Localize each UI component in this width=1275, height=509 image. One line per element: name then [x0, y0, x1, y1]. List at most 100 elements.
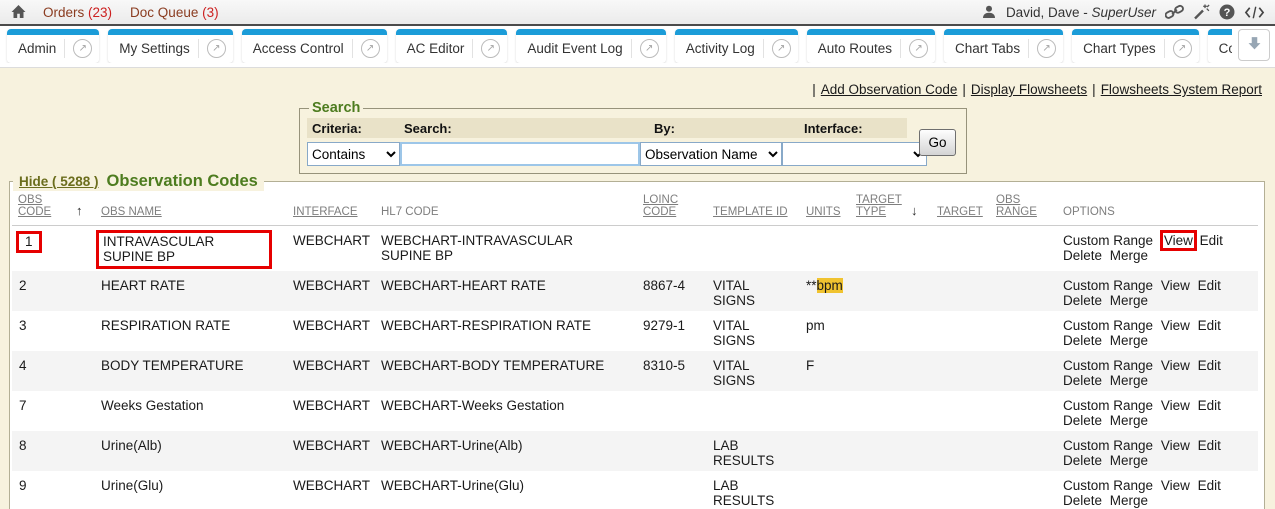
option-link-custom-range[interactable]: Custom Range — [1063, 398, 1153, 413]
open-new-window-icon[interactable]: ↗ — [361, 39, 380, 58]
hide-count-link[interactable]: Hide ( 5288 ) — [19, 174, 99, 189]
option-link-delete[interactable]: Delete — [1063, 493, 1102, 508]
option-link-edit[interactable]: Edit — [1198, 398, 1221, 413]
open-new-window-icon[interactable]: ↗ — [207, 39, 226, 58]
observation-codes-table: OBS CODE ↑ OBS NAME INTERFACE HL7 CODE L… — [12, 191, 1258, 509]
option-link-view[interactable]: View — [1161, 318, 1190, 333]
criteria-select[interactable]: Contains — [307, 142, 400, 166]
spacer-cell — [897, 471, 921, 509]
cell-obs-code: 8 — [12, 431, 62, 471]
option-link-edit[interactable]: Edit — [1200, 233, 1223, 248]
action-link-flowsheets-system-report[interactable]: Flowsheets System Report — [1101, 82, 1262, 97]
header-target-type[interactable]: TARGET TYPE — [840, 191, 897, 226]
option-link-view[interactable]: View — [1161, 438, 1190, 453]
header-target[interactable]: TARGET — [921, 191, 980, 226]
option-link-custom-range[interactable]: Custom Range — [1063, 233, 1153, 248]
open-new-window-icon[interactable]: ↗ — [772, 39, 791, 58]
cell-hl7-code: WEBCHART-Urine(Alb) — [365, 431, 627, 471]
user-role: SuperUser — [1091, 5, 1156, 20]
tab-access-control[interactable]: Access Control↗ — [242, 29, 387, 63]
option-link-custom-range[interactable]: Custom Range — [1063, 358, 1153, 373]
tab-chart-tabs[interactable]: Chart Tabs↗ — [944, 29, 1063, 63]
option-link-view[interactable]: View — [1164, 233, 1193, 248]
option-link-delete[interactable]: Delete — [1063, 413, 1102, 428]
header-loinc-code[interactable]: LOINC CODE — [627, 191, 697, 226]
cell-options: Custom Range View Edit Delete Merge — [1047, 471, 1258, 509]
tab-ac-editor[interactable]: AC Editor↗ — [396, 29, 508, 63]
option-link-edit[interactable]: Edit — [1198, 318, 1221, 333]
header-units[interactable]: UNITS — [790, 191, 840, 226]
option-link-merge[interactable]: Merge — [1110, 413, 1148, 428]
cell-obs-code: 7 — [12, 391, 62, 431]
option-link-merge[interactable]: Merge — [1110, 248, 1148, 263]
link-separator: | — [962, 82, 966, 97]
wand-icon[interactable] — [1193, 4, 1210, 20]
cell-units — [790, 226, 840, 272]
option-link-custom-range[interactable]: Custom Range — [1063, 478, 1153, 493]
option-link-custom-range[interactable]: Custom Range — [1063, 438, 1153, 453]
open-new-window-icon[interactable]: ↗ — [481, 39, 500, 58]
option-link-delete[interactable]: Delete — [1063, 453, 1102, 468]
open-new-window-icon[interactable]: ↗ — [909, 39, 928, 58]
go-button[interactable]: Go — [919, 129, 956, 156]
option-link-delete[interactable]: Delete — [1063, 373, 1102, 388]
page: Orders (23) Doc Queue (3) David, Dave - … — [0, 0, 1275, 509]
option-link-delete[interactable]: Delete — [1063, 333, 1102, 348]
help-icon[interactable]: ? — [1219, 4, 1235, 20]
nav-orders[interactable]: Orders (23) — [43, 5, 112, 20]
tab-overflow-button[interactable] — [1238, 29, 1270, 61]
tab-activity-log[interactable]: Activity Log↗ — [675, 29, 798, 63]
header-interface[interactable]: INTERFACE — [277, 191, 365, 226]
nav-doc-queue[interactable]: Doc Queue (3) — [130, 5, 219, 20]
tab-audit-event-log[interactable]: Audit Event Log↗ — [516, 29, 665, 63]
interface-select[interactable] — [782, 142, 927, 166]
open-new-window-icon[interactable]: ↗ — [1173, 39, 1192, 58]
search-input[interactable] — [400, 142, 640, 166]
option-link-view[interactable]: View — [1161, 358, 1190, 373]
by-label: By: — [654, 121, 804, 136]
option-link-delete[interactable]: Delete — [1063, 248, 1102, 263]
option-link-edit[interactable]: Edit — [1198, 438, 1221, 453]
tab-colors[interactable]: Colors↗ — [1208, 29, 1232, 63]
by-select[interactable]: Observation Name — [640, 142, 782, 166]
option-link-merge[interactable]: Merge — [1110, 373, 1148, 388]
option-link-merge[interactable]: Merge — [1110, 453, 1148, 468]
header-obs-code[interactable]: OBS CODE — [12, 191, 62, 226]
home-icon[interactable] — [10, 4, 27, 20]
option-link-view[interactable]: View — [1161, 478, 1190, 493]
code-icon[interactable] — [1244, 5, 1265, 20]
option-link-merge[interactable]: Merge — [1110, 333, 1148, 348]
option-link-edit[interactable]: Edit — [1198, 478, 1221, 493]
open-new-window-icon[interactable]: ↗ — [1037, 39, 1056, 58]
interface-label: Interface: — [804, 121, 907, 136]
tab-admin[interactable]: Admin↗ — [7, 29, 99, 63]
sort-asc-icon[interactable]: ↑ — [62, 191, 87, 226]
cell-obs-name: Weeks Gestation — [87, 391, 277, 431]
open-new-window-icon[interactable]: ↗ — [73, 39, 92, 58]
spacer-cell — [897, 351, 921, 391]
header-template-id[interactable]: TEMPLATE ID — [697, 191, 790, 226]
option-link-view[interactable]: View — [1161, 398, 1190, 413]
option-link-custom-range[interactable]: Custom Range — [1063, 318, 1153, 333]
option-link-edit[interactable]: Edit — [1198, 278, 1221, 293]
link-separator: | — [1092, 82, 1096, 97]
option-link-delete[interactable]: Delete — [1063, 293, 1102, 308]
option-link-merge[interactable]: Merge — [1110, 493, 1148, 508]
link-icon[interactable] — [1165, 4, 1184, 20]
option-link-view[interactable]: View — [1161, 278, 1190, 293]
cell-target — [921, 391, 980, 431]
action-link-display-flowsheets[interactable]: Display Flowsheets — [971, 82, 1087, 97]
header-obs-name[interactable]: OBS NAME — [87, 191, 277, 226]
tab-my-settings[interactable]: My Settings↗ — [108, 29, 233, 63]
table-row: 3RESPIRATION RATEWEBCHARTWEBCHART-RESPIR… — [12, 311, 1258, 351]
tab-chart-types[interactable]: Chart Types↗ — [1072, 29, 1199, 63]
option-link-edit[interactable]: Edit — [1198, 358, 1221, 373]
header-obs-range[interactable]: OBS RANGE — [980, 191, 1047, 226]
option-link-custom-range[interactable]: Custom Range — [1063, 278, 1153, 293]
open-new-window-icon[interactable]: ↗ — [640, 39, 659, 58]
action-link-add-observation-code[interactable]: Add Observation Code — [821, 82, 958, 97]
option-link-merge[interactable]: Merge — [1110, 293, 1148, 308]
orders-count: (23) — [88, 5, 112, 20]
main-content: | Add Observation Code | Display Flowsheets… — [0, 67, 1275, 509]
tab-auto-routes[interactable]: Auto Routes↗ — [807, 29, 935, 63]
